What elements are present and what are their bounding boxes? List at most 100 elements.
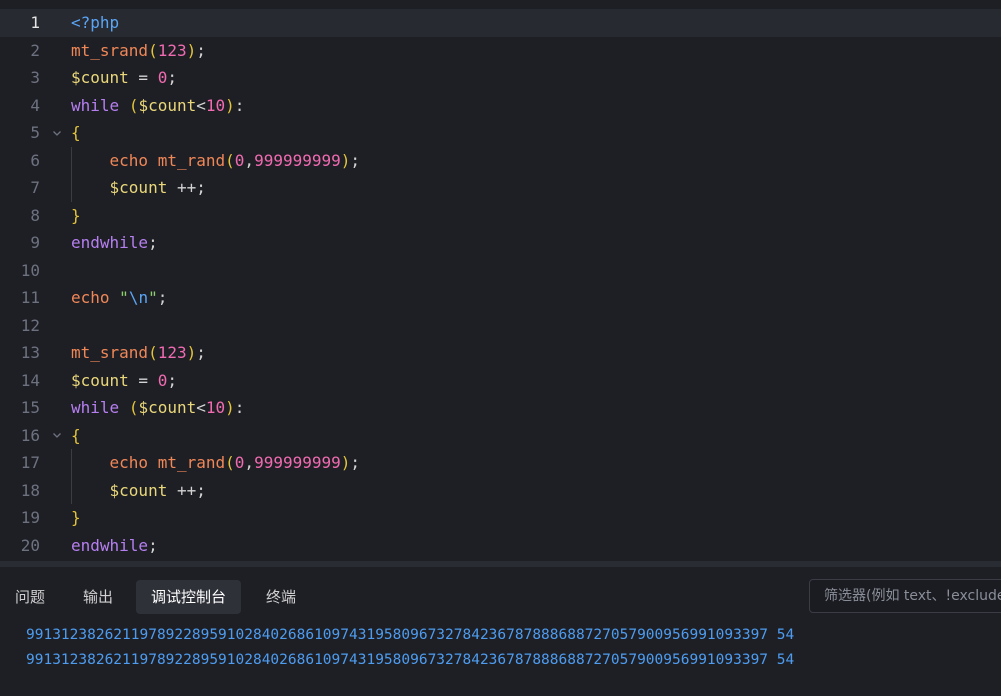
code-line[interactable]: 16 { [0, 422, 1001, 450]
line-number: 6 [30, 150, 40, 170]
line-number: 5 [30, 123, 40, 142]
code-line[interactable]: 4 while ($count<10): [0, 92, 1001, 120]
code-token: ; [196, 343, 206, 362]
line-number: 10 [20, 260, 40, 280]
line-number: 1 [30, 13, 40, 32]
code-line[interactable]: 18 $count ++; [0, 477, 1001, 505]
line-number: 19 [20, 508, 40, 527]
code-token: : [234, 95, 245, 115]
code-token: $count [71, 370, 129, 390]
line-number: 20 [20, 535, 40, 555]
code-line[interactable]: 15 while ($count<10): [0, 394, 1001, 422]
code-line[interactable]: 19} [0, 504, 1001, 532]
code-token: $count [109, 480, 168, 500]
line-number: 7 [30, 178, 40, 197]
code-token: , [244, 453, 255, 472]
code-line[interactable]: 17 echo mt_rand(0,999999999); [0, 449, 1001, 477]
tab-debug-console[interactable]: 调试控制台 [136, 580, 242, 614]
code-token: 999999999 [254, 150, 341, 170]
code-line[interactable]: 1 <?php [0, 9, 1001, 37]
code-token: 999999999 [254, 453, 341, 472]
code-token: ( [225, 453, 235, 472]
line-number: 9 [30, 233, 40, 252]
code-token: ) [225, 95, 235, 115]
code-line[interactable]: 14 $count = 0; [0, 367, 1001, 395]
line-number: 8 [30, 205, 40, 225]
code-token: ++; [167, 480, 206, 500]
console-output-line: 9913123826211978922895910284026861097431… [26, 652, 795, 668]
code-editor[interactable]: 1 <?php 2 mt_srand(123); 3 $count = 0; 4 while … [0, 0, 1001, 561]
code-token: : [234, 398, 245, 417]
code-line[interactable]: 13 mt_srand(123); [0, 339, 1001, 367]
indent-guide [71, 146, 72, 202]
code-text: endwhile; [71, 229, 158, 257]
code-token: ; [350, 150, 361, 170]
tab-output[interactable]: 输出 [68, 580, 128, 614]
tab-problems[interactable]: 问题 [0, 580, 60, 614]
code-line[interactable]: 11 echo "\n"; [0, 284, 1001, 312]
filter-input[interactable]: 筛选器(例如 text、!exclude) [809, 579, 1001, 613]
code-text: } [71, 504, 81, 532]
code-token: endwhile [71, 535, 149, 555]
code-text: while ($count<10): [71, 92, 244, 120]
code-token: \n [128, 288, 149, 307]
line-number: 4 [30, 95, 40, 115]
code-token: $count [71, 68, 129, 87]
line-number: 16 [20, 425, 40, 445]
code-token: $count [138, 95, 197, 115]
tab-terminal[interactable]: 终端 [251, 580, 311, 614]
code-text: { [71, 119, 81, 147]
code-token: $count [138, 398, 197, 417]
code-token: ( [148, 40, 158, 60]
chevron-down-icon[interactable] [50, 422, 64, 450]
code-line[interactable]: 10 [0, 257, 1001, 285]
code-token: ( [128, 398, 139, 417]
line-number: 15 [20, 398, 40, 417]
code-token: } [71, 508, 81, 527]
chevron-down-icon[interactable] [50, 119, 64, 147]
code-token: { [71, 123, 81, 142]
code-token: 123 [157, 343, 187, 362]
code-line[interactable]: 6 echo mt_rand(0,999999999); [0, 147, 1001, 175]
code-token: ( [225, 150, 235, 170]
code-text: endwhile; [71, 532, 158, 560]
bottom-panel: 问题 输出 调试控制台 终端 筛选器(例如 text、!exclude) 991… [0, 567, 1001, 696]
line-number: 18 [20, 480, 40, 500]
code-line[interactable]: 20 endwhile; [0, 532, 1001, 560]
code-line[interactable]: 5{ [0, 119, 1001, 147]
code-line[interactable]: 7 $count ++; [0, 174, 1001, 202]
code-token: mt_srand [71, 343, 149, 362]
code-line[interactable]: 12 [0, 312, 1001, 340]
code-token: " [148, 288, 158, 307]
code-token: 0 [157, 68, 168, 87]
code-token: echo [71, 288, 110, 307]
code-text: echo mt_rand(0,999999999); [71, 147, 361, 175]
code-token: { [71, 425, 81, 445]
code-token: while [71, 95, 120, 115]
code-token: ( [128, 95, 139, 115]
code-token: mt_srand [71, 40, 149, 60]
code-token: 123 [157, 40, 187, 60]
code-text: mt_srand(123); [71, 339, 206, 367]
code-token: 10 [205, 95, 226, 115]
code-token: ( [148, 343, 158, 362]
code-line[interactable]: 2 mt_srand(123); [0, 37, 1001, 65]
code-line[interactable]: 3 $count = 0; [0, 64, 1001, 92]
code-line[interactable]: 8} [0, 202, 1001, 230]
code-token: echo [109, 150, 149, 170]
code-token: 0 [157, 370, 168, 390]
code-token: = [128, 370, 158, 390]
code-token: ) [340, 150, 351, 170]
code-text: <?php [71, 9, 119, 37]
code-token: , [244, 150, 255, 170]
code-text: $count ++; [71, 174, 206, 202]
code-line[interactable]: 9 endwhile; [0, 229, 1001, 257]
